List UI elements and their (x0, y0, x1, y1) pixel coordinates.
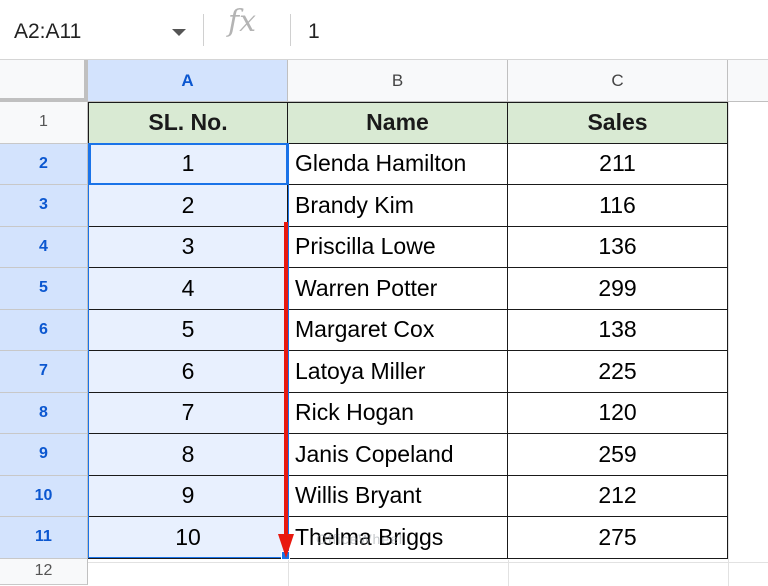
row-header-3[interactable]: 3 (0, 185, 88, 227)
row-header-4[interactable]: 4 (0, 226, 88, 268)
header-cell-name[interactable]: Name (288, 102, 508, 144)
cell-sales[interactable]: 116 (508, 185, 728, 227)
formula-bar-divider (290, 14, 291, 46)
fx-icon: fx (228, 4, 257, 39)
cell-sl-no[interactable]: 3 (88, 226, 288, 268)
row-header-5[interactable]: 5 (0, 268, 88, 310)
cell-name[interactable]: Rick Hogan (288, 392, 508, 434)
cell-sl-no[interactable]: 6 (88, 351, 288, 393)
column-header-c[interactable]: C (508, 60, 728, 101)
header-cell-sl-no[interactable]: SL. No. (88, 102, 288, 144)
row-header-7[interactable]: 7 (0, 351, 88, 393)
row-header-12[interactable]: 12 (0, 558, 88, 585)
formula-input[interactable]: 1 (308, 20, 320, 44)
formula-bar-divider (203, 14, 204, 46)
cell-sl-no[interactable]: 1 (88, 143, 288, 185)
column-header-row: A B C (0, 60, 768, 102)
name-box[interactable]: A2:A11 (0, 12, 200, 50)
cell-name[interactable]: Priscilla Lowe (288, 226, 508, 268)
cell-sl-no[interactable]: 8 (88, 434, 288, 476)
column-header-a[interactable]: A (88, 60, 288, 101)
row-header-10[interactable]: 10 (0, 475, 88, 517)
select-all-corner[interactable] (0, 60, 88, 101)
cell-sl-no[interactable]: 4 (88, 268, 288, 310)
row-header-9[interactable]: 9 (0, 434, 88, 476)
gridline (728, 102, 729, 586)
watermark: OfficeWheel (316, 531, 403, 547)
cell-sl-no[interactable]: 10 (88, 517, 288, 559)
down-arrow-annotation-icon (278, 222, 294, 558)
row-header-8[interactable]: 8 (0, 392, 88, 434)
cell-name[interactable]: Margaret Cox (288, 309, 508, 351)
cell-sales[interactable]: 275 (508, 517, 728, 559)
row-header-6[interactable]: 6 (0, 309, 88, 351)
header-cell-sales[interactable]: Sales (508, 102, 728, 144)
cell-name[interactable]: Willis Bryant (288, 475, 508, 517)
cell-sales[interactable]: 136 (508, 226, 728, 268)
cell-sl-no[interactable]: 7 (88, 392, 288, 434)
cell-sales[interactable]: 299 (508, 268, 728, 310)
cell-name[interactable]: Latoya Miller (288, 351, 508, 393)
cell-sales[interactable]: 138 (508, 309, 728, 351)
cell-sl-no[interactable]: 2 (88, 185, 288, 227)
cell-sl-no[interactable]: 5 (88, 309, 288, 351)
cell-sales[interactable]: 211 (508, 143, 728, 185)
chevron-down-icon[interactable] (172, 29, 186, 36)
column-header-d[interactable] (728, 60, 768, 101)
row-header-1[interactable]: 1 (0, 102, 88, 144)
row-header-2[interactable]: 2 (0, 143, 88, 185)
cell-name[interactable]: Warren Potter (288, 268, 508, 310)
cell-sl-no[interactable]: 9 (88, 475, 288, 517)
column-header-b[interactable]: B (288, 60, 508, 101)
cell-name[interactable]: Brandy Kim (288, 185, 508, 227)
cell-sales[interactable]: 259 (508, 434, 728, 476)
name-box-value[interactable]: A2:A11 (14, 20, 81, 44)
cell-sales[interactable]: 120 (508, 392, 728, 434)
row-header-11[interactable]: 11 (0, 517, 88, 559)
cell-name[interactable]: Glenda Hamilton (288, 143, 508, 185)
gridline (88, 562, 768, 563)
gridline (508, 560, 509, 586)
gridline (288, 560, 289, 586)
cell-sales[interactable]: 212 (508, 475, 728, 517)
cell-name[interactable]: Janis Copeland (288, 434, 508, 476)
formula-bar: A2:A11 fx 1 (0, 0, 768, 60)
cell-sales[interactable]: 225 (508, 351, 728, 393)
